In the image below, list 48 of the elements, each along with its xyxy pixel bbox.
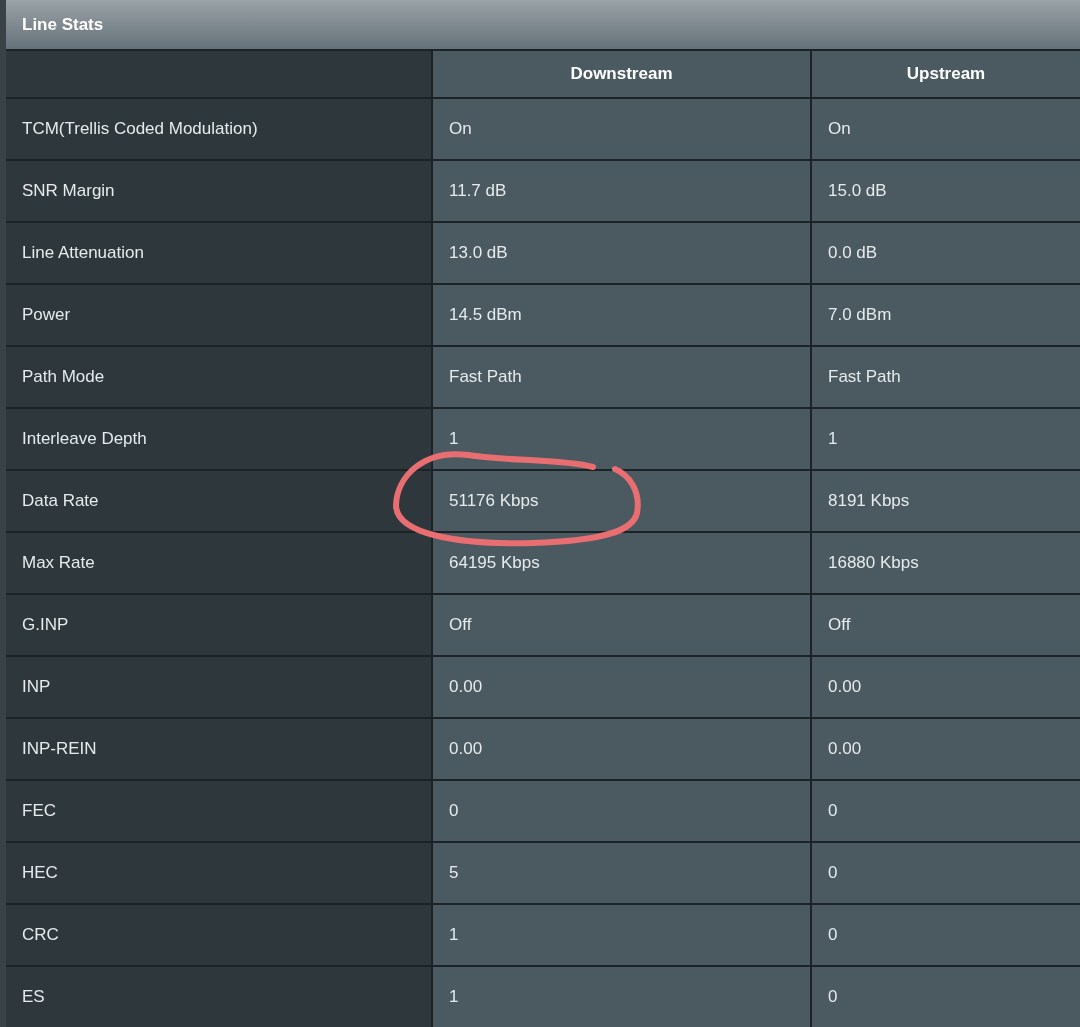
table-cell-text: 1 — [449, 924, 459, 947]
row-label: Power — [6, 285, 431, 345]
row-label: Line Attenuation — [6, 223, 431, 283]
table-cell-text: 1 — [449, 428, 459, 451]
row-label: INP-REIN — [6, 719, 431, 779]
table-cell-text: Fast Path — [449, 366, 522, 389]
table-cell-text: Off — [828, 614, 851, 637]
row-label: G.INP — [6, 595, 431, 655]
table-cell-text: 0 — [828, 800, 838, 823]
table-cell-text: 64195 Kbps — [449, 552, 540, 575]
table-cell-text: Off — [449, 614, 472, 637]
row-label: HEC — [6, 843, 431, 903]
row-label: Interleave Depth — [6, 409, 431, 469]
table-cell-text: 0.00 — [828, 676, 862, 699]
table-cell-text: 13.0 dB — [449, 242, 508, 265]
row-label: Path Mode — [6, 347, 431, 407]
row-label: TCM(Trellis Coded Modulation) — [6, 99, 431, 159]
row-label: ES — [6, 967, 431, 1027]
table-cell-text: 51176 Kbps — [449, 490, 539, 513]
table-cell-text: 0 — [828, 986, 838, 1009]
table-cell-text: 0 — [828, 862, 838, 885]
table-cell-text: 14.5 dBm — [449, 304, 522, 327]
table-cell-text: 11.7 dB — [449, 180, 507, 203]
column-header: Upstream — [812, 51, 1080, 97]
table-cell-text: 15.0 dB — [828, 180, 887, 203]
table-cell-text: 0.00 — [449, 676, 483, 699]
table-cell-text: Fast Path — [828, 366, 901, 389]
table-cell-text: 5 — [449, 862, 459, 885]
table-cell-text: 1 — [449, 986, 459, 1009]
section-title: Line Stats — [22, 13, 104, 36]
table-cell-text: 8191 Kbps — [828, 490, 910, 513]
table-cell-text: On — [828, 118, 851, 141]
row-label: INP — [6, 657, 431, 717]
row-label: FEC — [6, 781, 431, 841]
row-label: Max Rate — [6, 533, 431, 593]
table-cell-text: On — [449, 118, 472, 141]
row-label: Data Rate — [6, 471, 431, 531]
row-label: SNR Margin — [6, 161, 431, 221]
table-cell-text: 7.0 dBm — [828, 304, 892, 327]
row-label: CRC — [6, 905, 431, 965]
table-cell-text: 1 — [828, 428, 838, 451]
table-cell-text: 0.00 — [449, 738, 483, 761]
table-cell-text: 0.00 — [828, 738, 862, 761]
column-header: Downstream — [433, 51, 810, 97]
table-cell-text: 0 — [828, 924, 838, 947]
table-cell-text: 0 — [449, 800, 459, 823]
table-cell-text: 16880 Kbps — [828, 552, 919, 575]
table-cell-text: 0.0 dB — [828, 242, 878, 265]
